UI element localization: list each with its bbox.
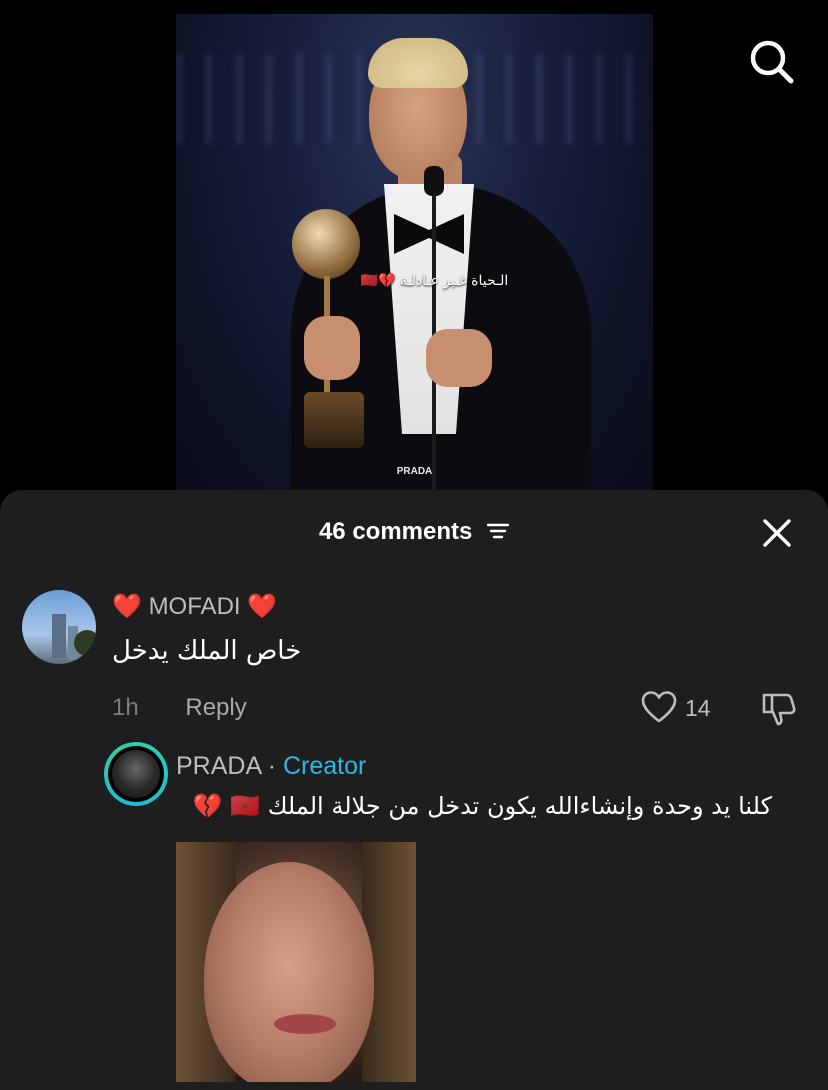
comment-meta: 1h Reply bbox=[112, 694, 247, 722]
reply-text: كلنا يد وحدة وإنشاءالله يكون تدخل من جلا… bbox=[192, 792, 772, 820]
comments-sheet: 46 comments ❤️ MOFADI ❤️ خاص الملك يدخل … bbox=[0, 490, 828, 1090]
video-caption: الـحياة غـير عـادلـة 💔🇲🇦 bbox=[360, 273, 509, 289]
reply-username[interactable]: PRADA · Creator bbox=[176, 752, 366, 781]
username-separator: · bbox=[260, 752, 283, 780]
comment-username[interactable]: ❤️ MOFADI ❤️ bbox=[112, 592, 277, 621]
search-icon[interactable] bbox=[746, 36, 798, 88]
close-icon[interactable] bbox=[758, 514, 796, 552]
trophy-base bbox=[304, 392, 364, 448]
video-player[interactable]: الـحياة غـير عـادلـة 💔🇲🇦 PRADA bbox=[176, 14, 653, 494]
heart-emoji-icon: ❤️ bbox=[112, 593, 142, 620]
video-watermark: PRADA bbox=[396, 466, 433, 477]
comments-header: 46 comments bbox=[0, 518, 828, 547]
heart-emoji-icon: ❤️ bbox=[247, 593, 278, 620]
comments-count-title: 46 comments bbox=[318, 518, 473, 545]
creator-avatar[interactable] bbox=[104, 742, 168, 806]
avatar-building bbox=[52, 614, 66, 658]
avatar[interactable] bbox=[22, 590, 96, 664]
creator-badge: Creator bbox=[282, 752, 367, 780]
video-person-right-hand bbox=[426, 329, 492, 387]
trophy-globe bbox=[292, 209, 360, 279]
heart-outline-icon[interactable] bbox=[641, 690, 677, 726]
thumbs-down-icon[interactable] bbox=[760, 690, 798, 728]
username-text: PRADA bbox=[176, 752, 261, 780]
video-person-left-hand bbox=[304, 316, 360, 380]
microphone bbox=[424, 166, 444, 196]
reply-image[interactable] bbox=[176, 842, 416, 1082]
comment-text: خاص الملك يدخل bbox=[112, 636, 302, 666]
avatar-tree bbox=[74, 630, 96, 656]
sort-filter-icon[interactable] bbox=[486, 519, 510, 547]
like-count: 14 bbox=[685, 695, 711, 721]
avatar-photo bbox=[112, 750, 160, 798]
image-lips bbox=[274, 1014, 336, 1034]
reply-button[interactable]: Reply bbox=[185, 694, 246, 721]
video-person-hair bbox=[368, 38, 468, 88]
username-text: MOFADI bbox=[148, 593, 241, 620]
comment-time: 1h bbox=[112, 694, 139, 721]
avatar bbox=[108, 746, 164, 802]
image-face bbox=[204, 862, 374, 1082]
